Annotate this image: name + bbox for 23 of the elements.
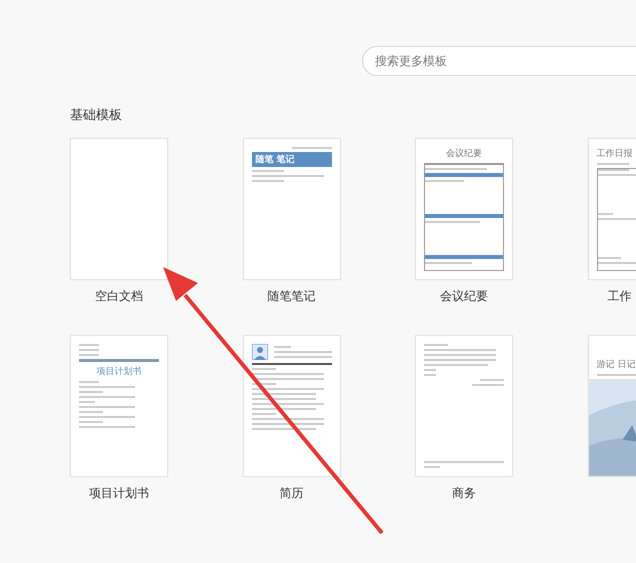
template-label: 随笔笔记	[268, 288, 316, 305]
template-label: 会议纪要	[440, 288, 488, 305]
template-label: 工作	[608, 288, 632, 305]
daily-report-thumbnail[interactable]: 工作日报	[588, 138, 636, 280]
notes-template-thumbnail[interactable]: 随笔 笔记	[242, 138, 340, 280]
blank-document-thumbnail[interactable]	[70, 138, 168, 280]
letter-template-thumbnail[interactable]	[415, 335, 513, 477]
thumbnail-heading: 项目计划书	[96, 366, 142, 378]
project-plan-thumbnail[interactable]: 项目计划书	[70, 335, 168, 477]
avatar-icon	[252, 344, 268, 360]
template-label: 项目计划书	[89, 485, 149, 502]
template-label: 简历	[280, 485, 304, 502]
minutes-template-thumbnail[interactable]: 会议纪要	[415, 138, 513, 280]
section-title: 基础模板	[70, 107, 123, 124]
search-field[interactable]: 搜索更多模板	[362, 46, 636, 76]
travel-diary-thumbnail[interactable]: 游记 日记	[588, 335, 636, 477]
template-label: 商务	[452, 485, 476, 502]
template-label: 空白文档	[95, 288, 143, 305]
thumbnail-heading: 游记 日记	[596, 358, 636, 371]
thumbnail-heading: 工作日报	[596, 148, 634, 160]
thumbnail-heading: 会议纪要	[445, 148, 483, 160]
resume-template-thumbnail[interactable]	[242, 335, 340, 477]
thumbnail-heading: 随笔 笔记	[252, 152, 332, 167]
